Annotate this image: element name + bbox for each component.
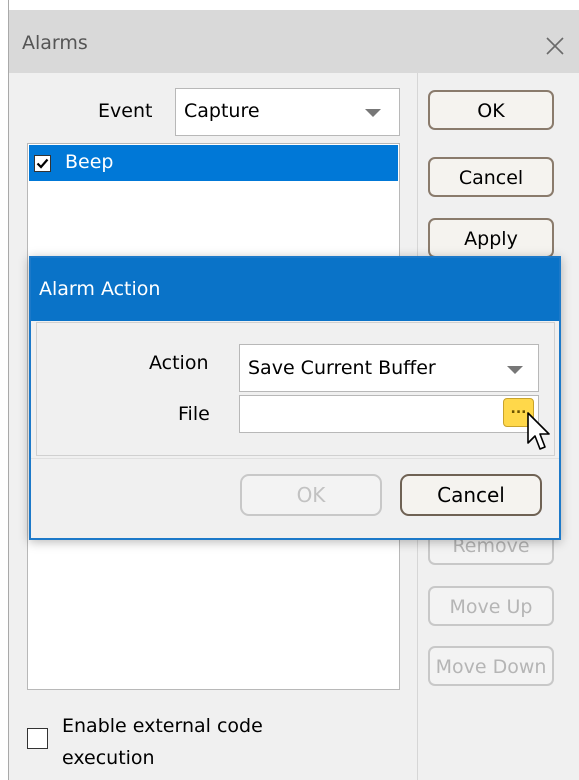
event-select[interactable]: Capture [175,88,400,136]
dialog-ok-button[interactable]: OK [240,474,382,516]
chevron-down-icon [365,109,381,117]
alarm-action-titlebar: Alarm Action [31,258,559,321]
alarms-window-title: Alarms [22,32,88,54]
apply-button[interactable]: Apply [428,218,554,258]
action-label: Action [149,352,209,374]
divider [31,458,559,459]
external-code-checkbox[interactable] [27,728,48,749]
event-label: Event [98,100,153,122]
action-select-value: Save Current Buffer [248,357,436,379]
alarm-enabled-checkbox[interactable] [34,155,51,172]
ok-button[interactable]: OK [428,90,554,130]
cancel-button[interactable]: Cancel [428,157,554,197]
alarm-action-title: Alarm Action [39,278,161,300]
alarms-titlebar: Alarms [9,10,579,73]
mouse-cursor-icon [527,412,550,450]
chevron-down-icon [507,366,523,374]
move-up-button[interactable]: Move Up [428,586,554,626]
checkmark-icon [36,158,49,169]
close-icon[interactable] [545,36,565,56]
list-item[interactable]: Beep [29,145,398,181]
action-select[interactable]: Save Current Buffer [239,344,539,392]
move-down-button[interactable]: Move Down [428,646,554,686]
file-label: File [178,403,210,425]
external-code-label: Enable external code execution [62,715,263,769]
alarm-item-label: Beep [65,151,114,173]
file-path-input[interactable] [239,395,539,433]
dialog-cancel-button[interactable]: Cancel [400,474,542,516]
event-select-value: Capture [184,100,260,122]
screen: Alarms Event Capture Beep Enable externa… [0,0,579,780]
background-strip [9,0,579,10]
